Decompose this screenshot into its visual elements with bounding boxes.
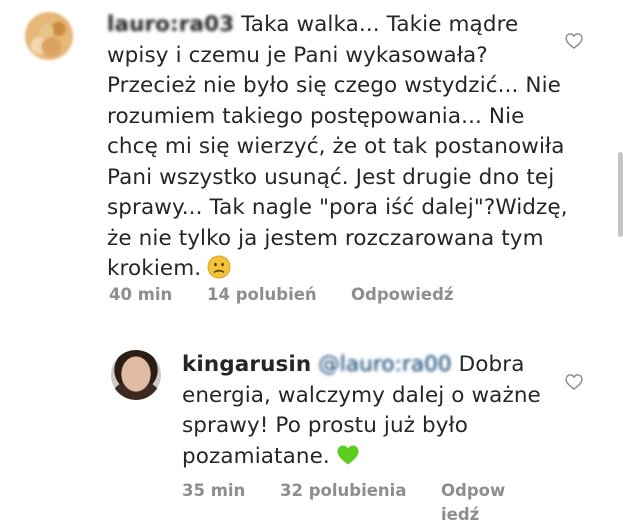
likes-count-link[interactable]: 32 polubienia xyxy=(280,479,406,503)
reply-comment-text: kingarusin @lauro:ra00 Dobra energia, wa… xyxy=(182,350,552,472)
comment-time: 35 min xyxy=(182,481,246,500)
reply-label-line: Odpow xyxy=(441,481,506,500)
green-heart-emoji xyxy=(337,445,359,464)
like-heart-icon[interactable] xyxy=(564,31,584,51)
mention-link[interactable]: @lauro:ra00 xyxy=(318,352,452,377)
reply-button[interactable]: Odpowiedź xyxy=(351,283,454,307)
comment-text: lauro:ra03 Taka walka... Takie mądre wpi… xyxy=(107,10,577,285)
reply-label-line: iedź xyxy=(441,505,480,524)
comment-username[interactable]: lauro:ra03 xyxy=(107,12,234,37)
comment-body: Taka walka... Takie mądre wpisy i czemu … xyxy=(107,12,568,281)
comment-username[interactable]: kingarusin xyxy=(182,352,311,377)
like-heart-icon[interactable] xyxy=(564,372,584,392)
user-avatar[interactable] xyxy=(25,12,73,60)
user-avatar[interactable] xyxy=(111,350,161,400)
likes-count-link[interactable]: 14 polubień xyxy=(207,283,317,307)
slightly-frowning-face-emoji xyxy=(207,255,231,279)
comment-time: 40 min xyxy=(109,285,173,304)
scrollbar[interactable] xyxy=(618,152,623,237)
reply-button[interactable]: Odpow iedź xyxy=(441,479,505,527)
